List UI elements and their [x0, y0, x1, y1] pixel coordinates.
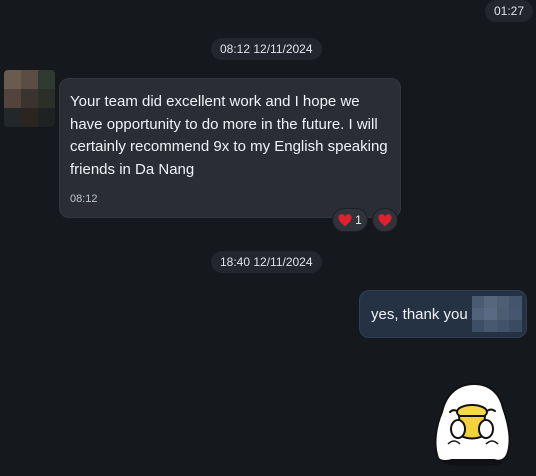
message-text: Your team did excellent work and I hope …	[70, 93, 388, 178]
incoming-message[interactable]: Your team did excellent work and I hope …	[59, 78, 401, 218]
outgoing-message[interactable]: yes, thank you	[359, 290, 527, 338]
date-separator: 08:12 12/11/2024	[211, 38, 322, 60]
reaction-count: 1	[355, 213, 362, 227]
add-heart-reaction-button[interactable]	[372, 208, 398, 232]
date-separator: 18:40 12/11/2024	[211, 251, 322, 273]
message-time: 08:12	[70, 193, 98, 205]
avatar[interactable]	[4, 70, 55, 127]
message-text: yes, thank you	[371, 305, 468, 323]
heart-icon	[378, 213, 392, 226]
heart-icon	[338, 213, 352, 226]
heart-reaction[interactable]: 1	[332, 208, 368, 232]
duck-sticker[interactable]	[430, 378, 516, 466]
time-stamp: 01:27	[485, 0, 534, 22]
redacted-name	[471, 296, 522, 332]
